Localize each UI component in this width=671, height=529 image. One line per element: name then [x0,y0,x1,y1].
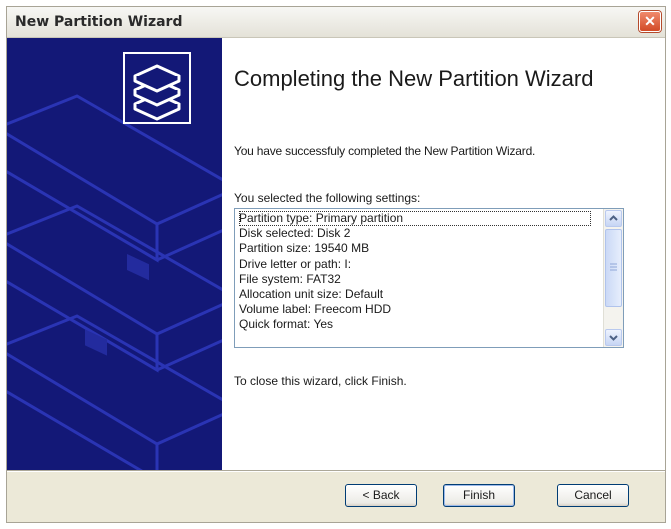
list-item[interactable]: Drive letter or path: I: [239,257,603,272]
success-message: You have successfuly completed the New P… [234,144,536,158]
vertical-scrollbar[interactable] [603,209,623,347]
wizard-banner [7,38,222,470]
list-item[interactable]: Partition size: 19540 MB [239,241,603,256]
close-icon: ✕ [644,13,656,29]
footer-divider [7,470,665,472]
settings-list: Partition type: Primary partition Disk s… [235,209,603,347]
scroll-down-button[interactable] [605,329,622,346]
wizard-window: New Partition Wizard ✕ Completing the Ne… [6,6,666,523]
chevron-up-icon [609,215,618,221]
title-bar[interactable]: New Partition Wizard ✕ [7,7,665,38]
window-title: New Partition Wizard [15,14,183,30]
page-title: Completing the New Partition Wizard [234,66,594,91]
chevron-down-icon [609,335,618,341]
back-button[interactable]: < Back [345,484,417,507]
settings-listbox[interactable]: Partition type: Primary partition Disk s… [234,208,624,348]
list-item[interactable]: Quick format: Yes [239,317,603,332]
grip-icon [610,263,617,271]
settings-label: You selected the following settings: [234,191,421,205]
close-button[interactable]: ✕ [639,11,661,32]
finish-button[interactable]: Finish [443,484,515,507]
list-item[interactable]: Allocation unit size: Default [239,287,603,302]
disk-stack-icon [123,52,191,124]
scroll-up-button[interactable] [605,210,622,227]
list-item[interactable]: Volume label: Freecom HDD [239,302,603,317]
cancel-button[interactable]: Cancel [557,484,629,507]
wizard-content: Completing the New Partition Wizard You … [222,38,665,470]
list-item[interactable]: File system: FAT32 [239,272,603,287]
scroll-thumb[interactable] [605,229,622,307]
close-instruction: To close this wizard, click Finish. [234,374,407,388]
list-item[interactable]: Disk selected: Disk 2 [239,226,603,241]
list-item[interactable]: Partition type: Primary partition [239,211,591,227]
